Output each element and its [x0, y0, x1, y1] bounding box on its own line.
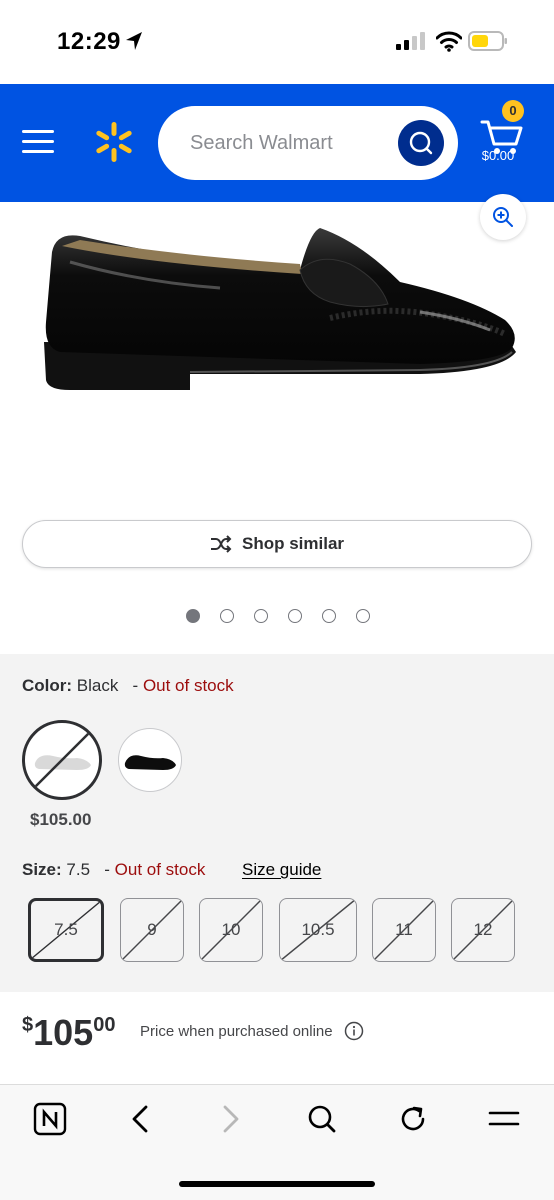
forward-icon[interactable] [213, 1101, 249, 1137]
search-bar[interactable] [158, 106, 458, 180]
zoom-in-icon [493, 207, 513, 227]
search-button[interactable] [398, 120, 444, 166]
price-whole: 105 [33, 1012, 94, 1053]
size-guide-link[interactable]: Size guide [242, 860, 321, 880]
size-value: 7.5 [66, 860, 91, 879]
size-option-7-5[interactable]: 7.5 [28, 898, 104, 962]
cart-count-badge: 0 [502, 100, 524, 122]
wifi-icon [436, 31, 462, 52]
carousel-dot[interactable] [288, 609, 302, 623]
color-stock-status: Out of stock [142, 676, 234, 695]
image-carousel-dots [186, 609, 370, 623]
shop-similar-label: Shop similar [241, 534, 345, 553]
color-value: Black [76, 676, 119, 695]
price-cents: 00 [93, 1014, 116, 1036]
carousel-dot[interactable] [220, 609, 234, 623]
menu-icon[interactable] [486, 1101, 522, 1137]
status-bar: 12:29 [0, 0, 554, 84]
carousel-dot[interactable] [254, 609, 268, 623]
product-price: $10500 [22, 1012, 115, 1054]
back-icon[interactable] [122, 1101, 158, 1137]
zoom-button[interactable] [480, 194, 526, 240]
size-option-11[interactable]: 11 [372, 898, 436, 962]
price-note: Price when purchased online [140, 1023, 333, 1040]
hamburger-menu-button[interactable] [22, 130, 56, 156]
search-icon [409, 131, 433, 155]
size-stock-status: Out of stock [114, 860, 206, 879]
color-label: Color: [22, 676, 73, 695]
carousel-dot[interactable] [186, 609, 200, 623]
shuffle-icon [210, 535, 232, 553]
notion-icon[interactable] [32, 1101, 68, 1137]
info-icon[interactable] [344, 1021, 364, 1041]
carousel-dot[interactable] [356, 609, 370, 623]
size-option-12[interactable]: 12 [451, 898, 515, 962]
color-swatch[interactable] [118, 728, 182, 792]
browser-toolbar [0, 1084, 554, 1200]
color-label-line: Color: Black - Out of stock [22, 676, 234, 696]
size-label: Size: [22, 860, 62, 879]
search-input[interactable] [190, 130, 400, 156]
price-currency: $ [22, 1014, 34, 1036]
loafer-shoe-image [44, 228, 516, 390]
battery-icon [468, 31, 507, 51]
site-header [0, 84, 554, 202]
carousel-dot[interactable] [322, 609, 336, 623]
search-icon[interactable] [304, 1101, 340, 1137]
status-time: 12:29 [57, 28, 121, 55]
size-option-10-5[interactable]: 10.5 [279, 898, 357, 962]
shoe-thumbnail [34, 732, 91, 788]
size-separator: - [104, 860, 110, 879]
size-option-9[interactable]: 9 [120, 898, 184, 962]
size-label-line: Size: 7.5 - Out of stock [22, 860, 205, 880]
size-option-10[interactable]: 10 [199, 898, 263, 962]
color-separator: - [132, 676, 139, 695]
walmart-spark-logo[interactable] [92, 120, 136, 164]
variant-selector: Color: Black - Out of stock $105.00 Size… [0, 654, 554, 992]
home-indicator[interactable] [179, 1181, 375, 1187]
product-image[interactable] [0, 202, 554, 502]
shoe-thumbnail [124, 755, 176, 770]
cellular-signal-icon [396, 32, 425, 50]
swatch-price: $105.00 [30, 810, 92, 829]
shop-similar-button[interactable]: Shop similar [22, 520, 532, 568]
reload-icon[interactable] [395, 1101, 431, 1137]
location-arrow-icon [126, 32, 142, 50]
color-swatch-selected[interactable] [22, 720, 102, 800]
cart-total[interactable]: $0.00 [472, 148, 524, 163]
